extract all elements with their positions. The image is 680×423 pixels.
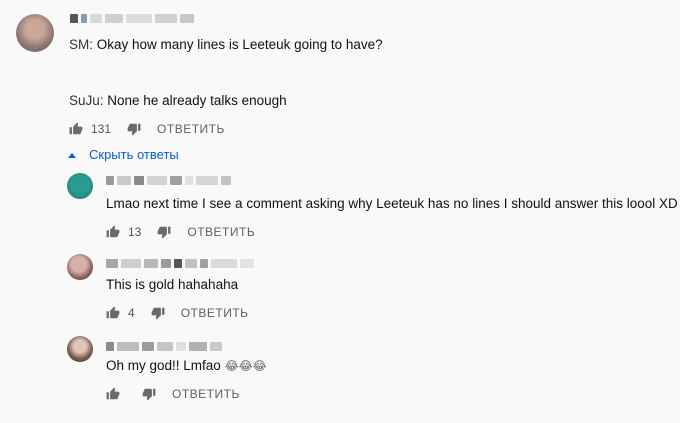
hide-replies-label: Скрыть ответы bbox=[89, 147, 179, 162]
author-name-blurred[interactable] bbox=[106, 257, 254, 269]
speaker-label: SuJu: bbox=[69, 93, 104, 108]
like-button[interactable] bbox=[106, 225, 120, 239]
reply-button[interactable]: ОТВЕТИТЬ bbox=[187, 225, 255, 239]
thumbs-up-icon bbox=[106, 225, 120, 238]
reply-button[interactable]: ОТВЕТИТЬ bbox=[181, 306, 249, 320]
thumbs-up-icon bbox=[69, 122, 83, 135]
reply-actions: ОТВЕТИТЬ bbox=[106, 384, 240, 404]
dislike-button[interactable] bbox=[151, 306, 165, 320]
thumbs-down-icon bbox=[127, 123, 141, 136]
like-button[interactable] bbox=[106, 387, 120, 401]
comment-line: SM: Okay how many lines is Leeteuk going… bbox=[69, 36, 383, 54]
author-name-blurred[interactable] bbox=[106, 174, 231, 186]
dislike-button[interactable] bbox=[142, 387, 156, 401]
dislike-button[interactable] bbox=[157, 225, 171, 239]
thumbs-down-icon bbox=[157, 226, 171, 239]
comment-actions: 131 ОТВЕТИТЬ bbox=[69, 119, 225, 139]
author-name-blurred[interactable] bbox=[70, 12, 194, 24]
laughing-emoji-icon: 😂😂😂 bbox=[224, 359, 267, 373]
reply-text: Lmao next time I see a comment asking wh… bbox=[106, 196, 678, 211]
thumbs-up-icon bbox=[106, 306, 120, 319]
like-count: 131 bbox=[91, 122, 112, 136]
dislike-button[interactable] bbox=[127, 122, 141, 136]
avatar[interactable] bbox=[67, 254, 93, 280]
caret-up-icon bbox=[68, 152, 76, 158]
thumbs-up-icon bbox=[106, 387, 120, 400]
reply-actions: 13 ОТВЕТИТЬ bbox=[106, 222, 255, 242]
like-button[interactable] bbox=[106, 306, 120, 320]
like-count: 13 bbox=[128, 225, 142, 239]
comment-line: SuJu: None he already talks enough bbox=[69, 92, 287, 110]
thumbs-down-icon bbox=[142, 388, 156, 401]
hide-replies-button[interactable]: Скрыть ответы bbox=[68, 147, 179, 162]
like-count: 4 bbox=[128, 306, 135, 320]
reply-button[interactable]: ОТВЕТИТЬ bbox=[172, 387, 240, 401]
reply-button[interactable]: ОТВЕТИТЬ bbox=[157, 122, 225, 136]
comment-text: Okay how many lines is Leeteuk going to … bbox=[93, 37, 383, 52]
avatar[interactable] bbox=[67, 336, 93, 362]
avatar[interactable] bbox=[67, 173, 93, 199]
thumbs-down-icon bbox=[151, 307, 165, 320]
avatar[interactable] bbox=[16, 14, 54, 52]
reply-text: This is gold hahahaha bbox=[106, 277, 239, 292]
author-name-blurred[interactable] bbox=[106, 340, 222, 352]
reply-text: Oh my god!! Lmfao 😂😂😂 bbox=[106, 357, 267, 375]
comment-text: None he already talks enough bbox=[103, 93, 287, 108]
reply-actions: 4 ОТВЕТИТЬ bbox=[106, 303, 249, 323]
reply-text-main: Oh my god!! Lmfao bbox=[106, 358, 225, 373]
like-button[interactable] bbox=[69, 122, 83, 136]
speaker-label: SM: bbox=[69, 37, 94, 52]
